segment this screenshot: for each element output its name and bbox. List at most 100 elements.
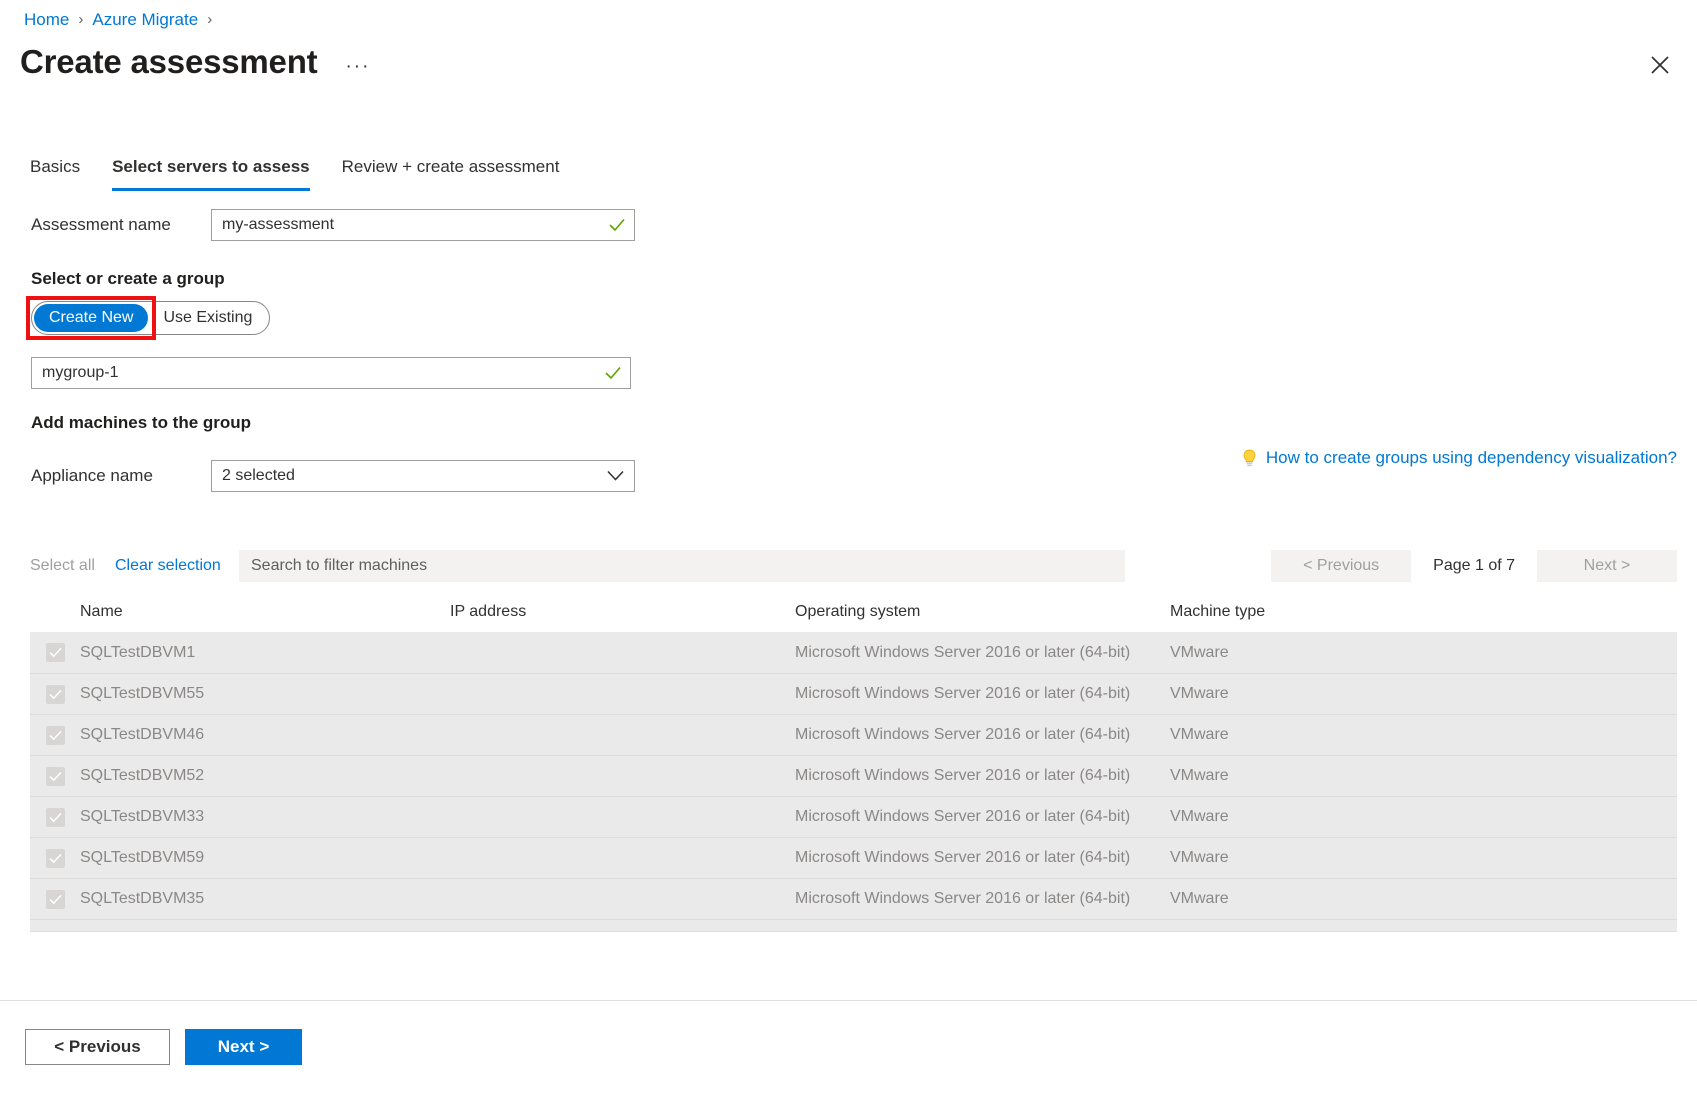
machines-table: Name IP address Operating system Machine… [30,592,1677,932]
cell-machine-type: VMware [1170,849,1470,867]
tab-basics[interactable]: Basics [30,155,80,191]
row-checkbox[interactable] [30,643,80,662]
select-or-create-group-heading: Select or create a group [31,268,225,290]
appliance-name-field-row: Appliance name 2 selected [31,460,635,492]
table-row[interactable]: SQLTestDBVM35 Microsoft Windows Server 20… [30,878,1677,919]
table-row[interactable]: SQLTestDBVM1 Microsoft Windows Server 201… [30,632,1677,673]
row-checkbox[interactable] [30,767,80,786]
table-row[interactable]: SQLTestDBVM55 Microsoft Windows Server 20… [30,673,1677,714]
appliance-name-select[interactable]: 2 selected [211,460,635,492]
use-existing-button[interactable]: Use Existing [148,304,267,332]
table-row[interactable]: SQLTestDBVM51 Microsoft Windows Server 20… [30,919,1677,932]
cell-machine-type: VMware [1170,808,1470,826]
column-header-machine-type: Machine type [1170,603,1470,621]
cell-operating-system: Microsoft Windows Server 2016 or later (… [795,808,1170,826]
tab-review-create-assessment[interactable]: Review + create assessment [342,155,560,191]
checkbox-checked-icon [46,643,65,662]
checkmark-icon [605,366,621,380]
add-machines-heading: Add machines to the group [31,412,251,434]
cell-machine-type: VMware [1170,767,1470,785]
assessment-name-input[interactable]: my-assessment [211,209,635,241]
close-icon[interactable] [1643,48,1677,82]
column-header-name: Name [80,603,450,621]
cell-name: SQLTestDBVM55 [80,685,450,703]
cell-operating-system: Microsoft Windows Server 2016 or later (… [795,767,1170,785]
cell-operating-system: Microsoft Windows Server 2016 or later (… [795,931,1170,932]
assessment-name-field-row: Assessment name my-assessment [31,209,635,241]
search-input[interactable]: Search to filter machines [239,550,1125,582]
table-row[interactable]: SQLTestDBVM33 Microsoft Windows Server 20… [30,796,1677,837]
assessment-name-value: my-assessment [222,210,334,240]
cell-operating-system: Microsoft Windows Server 2016 or later (… [795,849,1170,867]
cell-machine-type: VMware [1170,726,1470,744]
row-checkbox[interactable] [30,808,80,827]
machines-toolbar: Select all Clear selection Search to fil… [30,550,1677,582]
group-name-value: mygroup-1 [42,358,118,388]
assessment-name-label: Assessment name [31,214,211,236]
table-row[interactable]: SQLTestDBVM52 Microsoft Windows Server 20… [30,755,1677,796]
breadcrumb-item-azure-migrate[interactable]: Azure Migrate [92,8,198,32]
cell-name: SQLTestDBVM1 [80,644,450,662]
next-page-button[interactable]: Next > [1537,550,1677,582]
row-checkbox[interactable] [30,890,80,909]
checkbox-checked-icon [46,931,65,933]
page-indicator: Page 1 of 7 [1411,550,1537,582]
checkbox-checked-icon [46,767,65,786]
row-checkbox[interactable] [30,726,80,745]
row-checkbox[interactable] [30,931,80,933]
dependency-visualization-help-text: How to create groups using dependency vi… [1266,448,1677,468]
checkbox-checked-icon [46,890,65,909]
cell-operating-system: Microsoft Windows Server 2016 or later (… [795,726,1170,744]
wizard-tabs: Basics Select servers to assess Review +… [30,155,591,191]
clear-selection-button[interactable]: Clear selection [115,550,221,582]
group-mode-toggle: Create New Use Existing [31,301,270,335]
breadcrumb: Home › Azure Migrate › [24,8,221,32]
cell-name: SQLTestDBVM46 [80,726,450,744]
select-all-button[interactable]: Select all [30,550,95,582]
cell-name: SQLTestDBVM51 [80,931,450,932]
chevron-down-icon [607,471,624,482]
previous-page-button[interactable]: < Previous [1271,550,1411,582]
cell-name: SQLTestDBVM59 [80,849,450,867]
appliance-name-value: 2 selected [222,467,295,485]
column-header-ip-address: IP address [450,603,795,621]
cell-machine-type: VMware [1170,644,1470,662]
cell-operating-system: Microsoft Windows Server 2016 or later (… [795,890,1170,908]
cell-operating-system: Microsoft Windows Server 2016 or later (… [795,644,1170,662]
page-header: Create assessment ··· [20,40,370,84]
footer-next-button[interactable]: Next > [185,1029,302,1065]
checkbox-checked-icon [46,685,65,704]
column-header-operating-system: Operating system [795,603,1170,621]
breadcrumb-separator-icon: › [78,8,83,32]
checkmark-icon [609,218,625,232]
dependency-visualization-help-link[interactable]: How to create groups using dependency vi… [1242,448,1677,468]
cell-operating-system: Microsoft Windows Server 2016 or later (… [795,685,1170,703]
lightbulb-icon [1242,449,1257,468]
page-title: Create assessment [20,40,317,84]
checkbox-checked-icon [46,849,65,868]
wizard-footer: < Previous Next > [0,1000,1697,1093]
appliance-name-label: Appliance name [31,465,211,487]
table-row[interactable]: SQLTestDBVM46 Microsoft Windows Server 20… [30,714,1677,755]
footer-previous-button[interactable]: < Previous [25,1029,170,1065]
tab-select-servers-to-assess[interactable]: Select servers to assess [112,155,310,191]
cell-name: SQLTestDBVM33 [80,808,450,826]
table-body: SQLTestDBVM1 Microsoft Windows Server 201… [30,632,1677,932]
search-placeholder: Search to filter machines [251,557,427,575]
group-name-input[interactable]: mygroup-1 [31,357,631,389]
table-header-row: Name IP address Operating system Machine… [30,592,1677,632]
cell-name: SQLTestDBVM52 [80,767,450,785]
checkbox-checked-icon [46,726,65,745]
checkbox-checked-icon [46,808,65,827]
row-checkbox[interactable] [30,849,80,868]
row-checkbox[interactable] [30,685,80,704]
create-new-button[interactable]: Create New [34,304,148,332]
create-assessment-page: Home › Azure Migrate › Create assessment… [0,0,1697,1093]
more-options-icon[interactable]: ··· [345,56,370,78]
pagination-controls: < Previous Page 1 of 7 Next > [1271,550,1677,582]
table-row[interactable]: SQLTestDBVM59 Microsoft Windows Server 20… [30,837,1677,878]
cell-name: SQLTestDBVM35 [80,890,450,908]
breadcrumb-item-home[interactable]: Home [24,8,69,32]
cell-machine-type: VMware [1170,931,1470,932]
cell-machine-type: VMware [1170,685,1470,703]
